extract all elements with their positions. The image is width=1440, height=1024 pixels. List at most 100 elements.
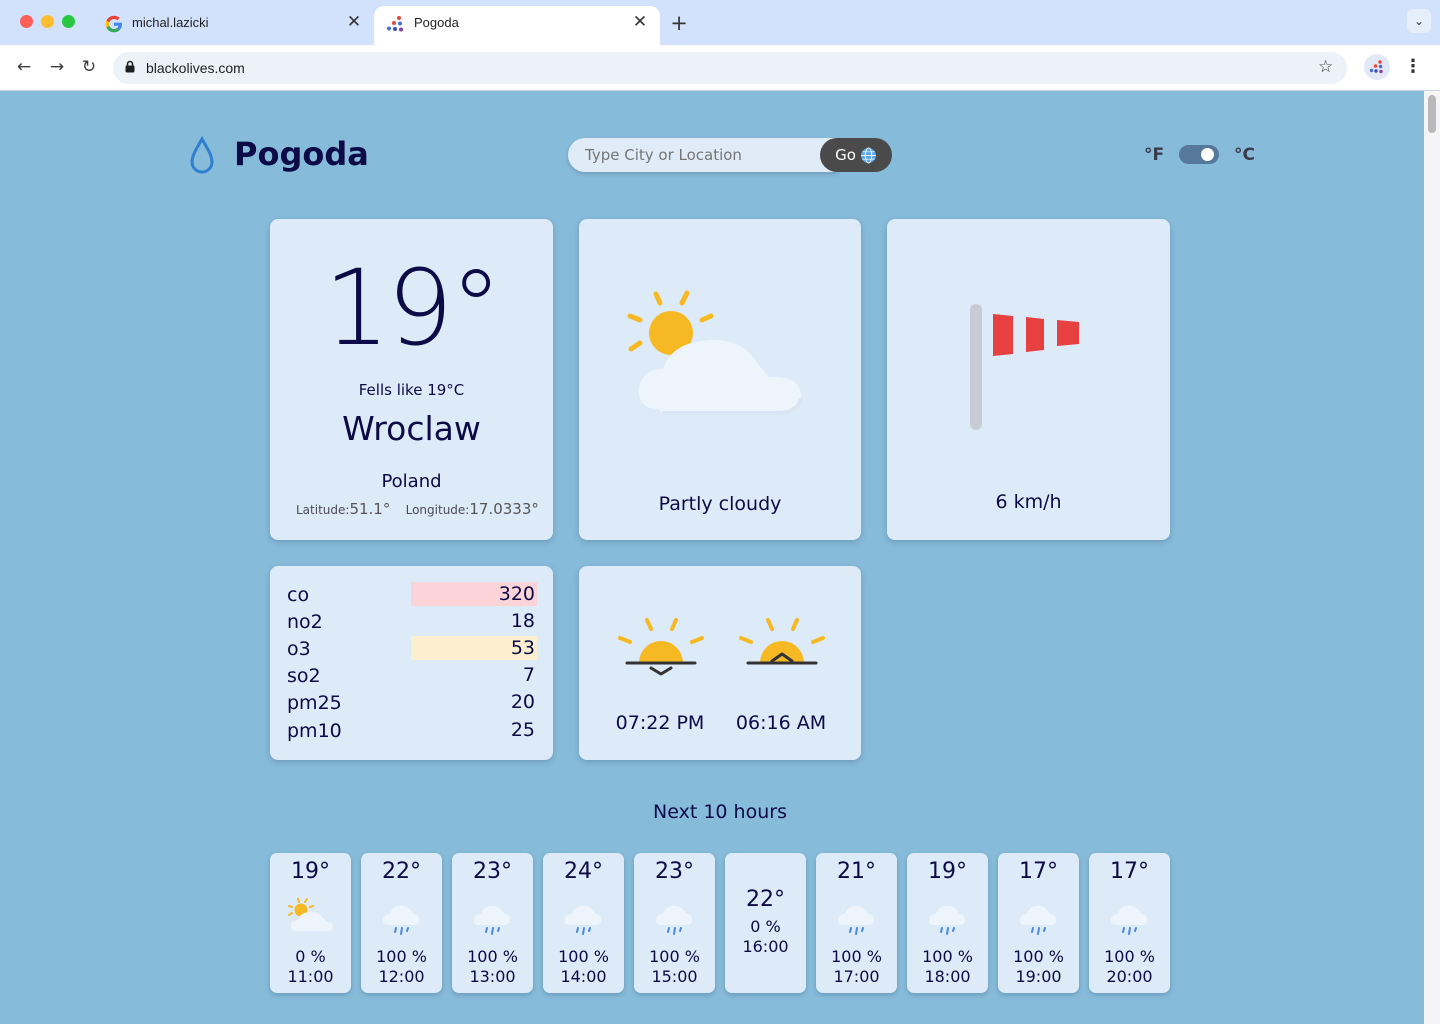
rain-icon [837,906,874,935]
pollutant-value: 20 [510,691,535,713]
hour-temp: 17° [1019,859,1058,884]
air-row-pm10: pm10 25 [287,718,537,743]
forward-arrow-icon[interactable]: → [46,57,68,79]
pollutant-value: 18 [510,610,535,632]
hour-precipitation: 100 % [649,947,700,966]
condition-label: Partly cloudy [658,493,782,515]
air-quality-card: co 320 no2 18 o3 53 so2 7 pm25 20 pm10 2… [270,566,553,760]
forecast-hour-card: 19° 0 % 11:00 [270,853,351,993]
pogoda-dots-icon [1369,60,1383,74]
rain-icon [473,906,510,935]
pollutant-name: pm10 [287,720,342,742]
coordinates: Latitude:51.1° Longitude:17.0333° [296,500,539,518]
forecast-hour-card: 23° 100 % 15:00 [634,853,715,993]
partly-cloudy-icon [288,898,333,931]
pollutant-name: o3 [287,638,311,660]
hour-precipitation: 0 % [750,917,781,936]
lock-icon [125,60,135,73]
hour-precipitation: 100 % [922,947,973,966]
hour-temp: 19° [291,859,330,884]
browser-tab-bar: michal.lazicki ✕ Pogoda ✕ + ⌄ [0,0,1440,45]
browser-tab-google[interactable]: michal.lazicki ✕ [92,6,374,45]
back-arrow-icon[interactable]: ← [13,57,35,79]
google-icon [105,15,122,33]
window-minimize-button[interactable] [41,15,54,28]
browser-toolbar: ← → ↻ blackolives.com ☆ ⋮ [0,45,1440,91]
tab-close-icon[interactable]: ✕ [344,12,364,32]
wind-card: 6 km/h [887,219,1170,540]
hour-temp: 23° [473,859,512,884]
current-temperature-card: 19° Fells like 19°C Wroclaw Poland Latit… [270,219,553,540]
forecast-hour-card: 17° 100 % 19:00 [998,853,1079,993]
extension-button[interactable] [1364,54,1390,80]
rain-icon [655,906,692,935]
hour-temp: 21° [837,859,876,884]
url-text: blackolives.com [146,60,245,76]
hour-temp: 23° [655,859,694,884]
hour-precipitation: 100 % [1104,947,1155,966]
hour-precipitation: 100 % [831,947,882,966]
pogoda-dots-icon [387,16,403,32]
forecast-hour-card: 19° 100 % 18:00 [907,853,988,993]
hour-temp: 22° [746,887,785,912]
pollutant-value: 25 [510,719,535,741]
tab-search-chevron-icon[interactable]: ⌄ [1407,9,1431,33]
reload-icon[interactable]: ↻ [78,57,100,79]
browser-menu-icon[interactable]: ⋮ [1403,56,1423,77]
windsock-icon [970,304,1079,430]
hour-precipitation: 100 % [376,947,427,966]
celsius-label: °C [1234,145,1255,165]
hour-time: 19:00 [1015,967,1062,986]
hour-precipitation: 100 % [1013,947,1064,966]
tab-title: michal.lazicki [132,15,209,30]
search-input[interactable] [568,138,838,172]
hour-time: 20:00 [1106,967,1153,986]
tab-close-icon[interactable]: ✕ [630,12,650,32]
forecast-hour-card: 24° 100 % 14:00 [543,853,624,993]
forecast-hour-card: 23° 100 % 13:00 [452,853,533,993]
browser-tab-pogoda[interactable]: Pogoda ✕ [374,6,660,45]
sunset-icon [618,618,704,676]
sunrise-icon [739,618,825,665]
pollutant-name: co [287,584,310,606]
bookmark-star-icon[interactable]: ☆ [1318,57,1333,77]
pollutant-name: pm25 [287,692,342,714]
go-label: Go [835,146,856,164]
feels-like-text: Fells like 19°C [358,381,465,399]
city-name: Wroclaw [342,409,481,448]
globe-icon [860,147,876,163]
rain-icon [1110,906,1147,935]
rain-icon [564,906,601,935]
pollutant-value: 7 [522,664,535,686]
hour-time: 11:00 [287,967,334,986]
pollutant-name: so2 [287,665,321,687]
water-drop-icon [190,135,214,174]
scrollbar-thumb[interactable] [1428,95,1436,133]
sunset-time: 07:22 PM [615,712,705,734]
hour-precipitation: 100 % [558,947,609,966]
window-maximize-button[interactable] [62,15,75,28]
unit-toggle[interactable] [1179,145,1219,164]
air-row-o3: o3 53 [287,636,537,661]
longitude-label: Longitude: [405,503,470,517]
longitude-value: 17.0333° [469,500,539,518]
latitude-value: 51.1° [349,500,391,518]
latitude-label: Latitude: [296,503,350,517]
air-row-pm25: pm25 20 [287,690,537,715]
window-close-button[interactable] [20,15,33,28]
hour-temp: 17° [1110,859,1149,884]
rain-icon [1019,906,1056,935]
new-tab-icon[interactable]: + [668,11,690,35]
hour-time: 14:00 [560,967,607,986]
page-scrollbar[interactable] [1424,91,1440,1024]
hour-time: 15:00 [651,967,698,986]
hour-time: 18:00 [924,967,971,986]
hour-time: 13:00 [469,967,516,986]
address-bar[interactable]: blackolives.com [113,52,1347,84]
hour-temp: 22° [382,859,421,884]
pollutant-value: 320 [411,582,537,606]
go-button[interactable]: Go [820,138,892,172]
forecast-hour-card: 22° 100 % 12:00 [361,853,442,993]
toggle-knob [1201,148,1214,161]
hour-precipitation: 0 % [295,947,326,966]
